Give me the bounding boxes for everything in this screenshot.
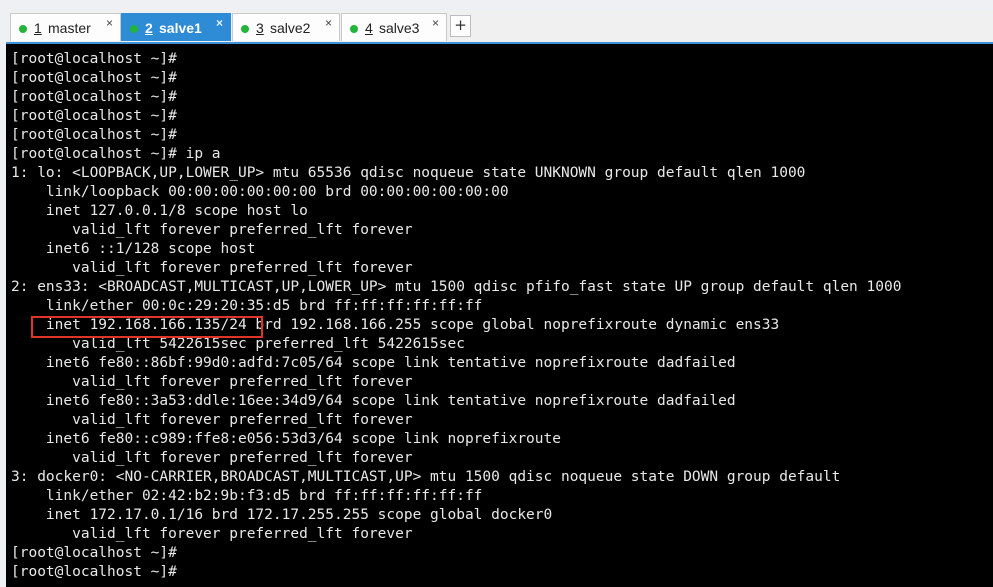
terminal-line: valid_lft forever preferred_lft forever xyxy=(11,412,413,428)
terminal-line: valid_lft forever preferred_lft forever xyxy=(11,260,413,276)
terminal-line: valid_lft forever preferred_lft forever xyxy=(11,222,413,238)
terminal-output[interactable]: [root@localhost ~]# [root@localhost ~]# [r… xyxy=(6,44,993,587)
connected-status-icon xyxy=(19,25,27,33)
terminal-line: [root@localhost ~]# xyxy=(11,51,177,67)
terminal-line: [root@localhost ~]# xyxy=(11,89,177,105)
connected-status-icon xyxy=(241,25,249,33)
tab-label: salve2 xyxy=(270,20,311,36)
tab-label: salve1 xyxy=(159,20,202,36)
tab-salve2[interactable]: 3 salve2 × xyxy=(232,13,340,41)
tab-label: master xyxy=(48,20,91,36)
tab-number: 4 xyxy=(365,20,373,36)
terminal-line: [root@localhost ~]# xyxy=(11,108,177,124)
session-tab-bar: 1 master × 2 salve1 × 3 salve2 × 4 salve… xyxy=(6,10,993,43)
connected-status-icon xyxy=(130,25,138,33)
terminal-line: 2: ens33: <BROADCAST,MULTICAST,UP,LOWER_… xyxy=(11,279,902,295)
terminal-line: inet 172.17.0.1/16 brd 172.17.255.255 sc… xyxy=(11,507,553,523)
tab-master[interactable]: 1 master × xyxy=(10,13,121,41)
terminal-line: valid_lft forever preferred_lft forever xyxy=(11,450,413,466)
terminal-line: link/ether 02:42:b2:9b:f3:d5 brd ff:ff:f… xyxy=(11,488,483,504)
terminal-line: [root@localhost ~]# xyxy=(11,127,177,143)
terminal-line: 3: docker0: <NO-CARRIER,BROADCAST,MULTIC… xyxy=(11,469,841,485)
terminal-line: inet6 ::1/128 scope host xyxy=(11,241,256,257)
tab-number: 1 xyxy=(34,20,42,36)
terminal-line: link/ether 00:0c:29:20:35:d5 brd ff:ff:f… xyxy=(11,298,483,314)
tab-label: salve3 xyxy=(379,20,420,36)
close-icon[interactable]: × xyxy=(432,16,439,30)
terminal-line: inet6 fe80::c989:ffe8:e056:53d3/64 scope… xyxy=(11,431,561,447)
terminal-line: inet 127.0.0.1/8 scope host lo xyxy=(11,203,308,219)
terminal-line: inet6 fe80::3a53:ddle:16ee:34d9/64 scope… xyxy=(11,393,736,409)
close-icon[interactable]: × xyxy=(325,16,332,30)
tab-number: 3 xyxy=(256,20,264,36)
connected-status-icon xyxy=(350,25,358,33)
terminal-line: [root@localhost ~]# xyxy=(11,545,177,561)
terminal-line: [root@localhost ~]# ip a xyxy=(11,146,221,162)
add-tab-button[interactable]: + xyxy=(450,15,471,37)
terminal-line: [root@localhost ~]# xyxy=(11,70,177,86)
terminal-line: 1: lo: <LOOPBACK,UP,LOWER_UP> mtu 65536 … xyxy=(11,165,806,181)
tab-salve1[interactable]: 2 salve1 × xyxy=(121,13,231,41)
ip-address-highlight xyxy=(31,316,263,338)
terminal-window: 1 master × 2 salve1 × 3 salve2 × 4 salve… xyxy=(0,0,993,587)
terminal-line: link/loopback 00:00:00:00:00:00 brd 00:0… xyxy=(11,184,509,200)
terminal-line: valid_lft forever preferred_lft forever xyxy=(11,374,413,390)
terminal-line: inet6 fe80::86bf:99d0:adfd:7c05/64 scope… xyxy=(11,355,736,371)
terminal-line: [root@localhost ~]# xyxy=(11,564,177,580)
close-icon[interactable]: × xyxy=(106,16,113,30)
close-icon[interactable]: × xyxy=(216,16,223,30)
tab-salve3[interactable]: 4 salve3 × xyxy=(341,13,447,41)
terminal-line: valid_lft forever preferred_lft forever xyxy=(11,526,413,542)
tab-number: 2 xyxy=(145,20,153,36)
